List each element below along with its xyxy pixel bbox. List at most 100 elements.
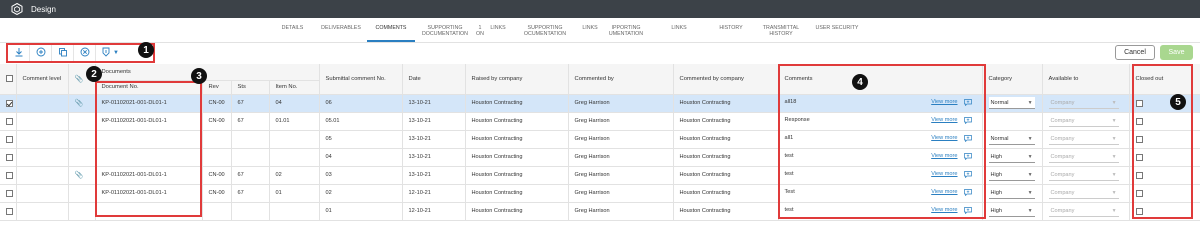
date-cell: 13-10-21 <box>402 112 466 131</box>
date-cell: 13-10-21 <box>402 94 466 113</box>
available-to-cell[interactable]: Company ▼ <box>1042 94 1130 113</box>
item-no-cell: 02 <box>269 166 320 185</box>
sts-cell: 67 <box>231 166 270 185</box>
row-select-cell[interactable] <box>0 166 17 185</box>
category-select[interactable]: Normal ▼ <box>988 133 1035 145</box>
paperclip-icon[interactable]: 📎 <box>75 172 84 179</box>
col-rev[interactable]: Rev <box>202 80 232 95</box>
select-all-cell[interactable] <box>0 64 17 95</box>
import-dropdown-button[interactable]: ▼ <box>96 45 124 61</box>
category-cell[interactable]: High ▼ <box>982 166 1043 185</box>
tab-links-2[interactable]: LINKS <box>579 22 601 42</box>
col-submittal-comment-no[interactable]: Submittal comment No. <box>319 64 403 95</box>
add-button[interactable] <box>30 45 52 61</box>
sts-cell: 67 <box>231 94 270 113</box>
tab-comments[interactable]: COMMENTS <box>367 22 415 42</box>
available-to-select[interactable]: Company ▼ <box>1048 205 1119 217</box>
attachment-cell <box>68 202 96 221</box>
tab-links-3[interactable]: LINKS <box>651 22 707 42</box>
row-select-cell[interactable] <box>0 202 17 221</box>
row-checkbox[interactable] <box>6 117 13 125</box>
available-to-select[interactable]: Company ▼ <box>1048 133 1119 145</box>
row-checkbox[interactable] <box>6 153 13 161</box>
category-select[interactable]: High ▼ <box>988 169 1035 181</box>
category-cell[interactable]: High ▼ <box>982 184 1043 203</box>
comment-level-cell <box>16 130 69 149</box>
category-value: High <box>990 171 1003 178</box>
tab-supporting-documentation-2[interactable]: SUPPORTING OCUMENTATION <box>511 22 579 42</box>
available-to-select[interactable]: Company ▼ <box>1048 151 1119 163</box>
col-available-to[interactable]: Available to <box>1042 64 1130 95</box>
tab-truncated-1[interactable]: 1 ON <box>475 22 485 42</box>
paperclip-icon[interactable]: 📎 <box>75 100 84 107</box>
submittal-comment-no-cell: 03 <box>319 166 403 185</box>
col-item-no[interactable]: Item No. <box>269 80 320 95</box>
date-cell: 13-10-21 <box>402 148 466 167</box>
tab-divider <box>0 42 1200 43</box>
row-checkbox[interactable] <box>6 207 13 215</box>
col-commented-by[interactable]: Commented by <box>568 64 674 95</box>
available-to-cell[interactable]: Company ▼ <box>1042 148 1130 167</box>
col-category[interactable]: Category <box>982 64 1043 95</box>
row-checkbox[interactable] <box>6 189 13 197</box>
category-select[interactable]: High ▼ <box>988 187 1035 199</box>
tab-deliverables[interactable]: DELIVERABLES <box>315 22 367 42</box>
available-to-value: Company <box>1050 135 1075 142</box>
tab-links-1[interactable]: LINKS <box>485 22 511 42</box>
cancel-comment-button[interactable] <box>74 45 96 61</box>
category-cell[interactable]: Normal ▼ <box>982 94 1043 113</box>
tab-details[interactable]: DETAILS <box>270 22 315 42</box>
submittal-comment-no-cell: 01 <box>319 202 403 221</box>
add-icon <box>36 47 46 60</box>
category-select[interactable]: High ▼ <box>988 151 1035 163</box>
available-to-cell[interactable]: Company ▼ <box>1042 202 1130 221</box>
col-sts[interactable]: Sts <box>231 80 270 95</box>
save-button[interactable]: Save <box>1160 45 1193 60</box>
download-button[interactable] <box>8 45 30 61</box>
row-select-cell[interactable] <box>0 112 17 131</box>
available-to-cell[interactable]: Company ▼ <box>1042 166 1130 185</box>
available-to-cell[interactable]: Company ▼ <box>1042 112 1130 131</box>
row-checkbox[interactable] <box>6 135 13 143</box>
row-select-cell[interactable] <box>0 130 17 149</box>
category-cell[interactable]: High ▼ <box>982 148 1043 167</box>
category-cell[interactable]: Normal ▼ <box>982 130 1043 149</box>
tab-history[interactable]: HISTORY <box>707 22 755 42</box>
col-commented-by-company[interactable]: Commented by company <box>673 64 779 95</box>
attachment-cell <box>68 148 96 167</box>
item-no-cell: 01 <box>269 184 320 203</box>
available-to-select[interactable]: Company ▼ <box>1048 97 1119 109</box>
category-select[interactable]: Normal ▼ <box>988 97 1035 109</box>
available-to-cell[interactable]: Company ▼ <box>1042 184 1130 203</box>
row-select-cell[interactable] <box>0 184 17 203</box>
available-to-value: Company <box>1050 207 1075 214</box>
available-to-select[interactable]: Company ▼ <box>1048 115 1119 127</box>
tab-supporting-documentation[interactable]: SUPPORTING DOCUMENTATION <box>415 22 475 42</box>
category-select[interactable]: High ▼ <box>988 205 1035 217</box>
row-checkbox[interactable] <box>6 171 13 179</box>
row-select-cell[interactable] <box>0 94 17 113</box>
raised-by-company-cell: Houston Contracting <box>465 202 569 221</box>
col-comment-level[interactable]: Comment level <box>16 64 69 95</box>
copy-button[interactable] <box>52 45 74 61</box>
submittal-comment-no-cell: 05 <box>319 130 403 149</box>
tab-transmittal-history[interactable]: TRANSMITTAL HISTORY <box>755 22 807 42</box>
raised-by-company-cell: Houston Contracting <box>465 148 569 167</box>
cancel-button[interactable]: Cancel <box>1115 45 1155 60</box>
annotation-marker-4: 4 <box>852 74 868 90</box>
available-to-select[interactable]: Company ▼ <box>1048 187 1119 199</box>
select-all-checkbox[interactable] <box>6 75 13 83</box>
available-to-select[interactable]: Company ▼ <box>1048 169 1119 181</box>
raised-by-company-cell: Houston Contracting <box>465 166 569 185</box>
col-raised-by-company[interactable]: Raised by company <box>465 64 569 95</box>
attachment-cell[interactable]: 📎 <box>68 166 96 185</box>
col-date[interactable]: Date <box>402 64 466 95</box>
row-select-cell[interactable] <box>0 148 17 167</box>
attachment-cell[interactable]: 📎 <box>68 94 96 113</box>
category-cell[interactable]: High ▼ <box>982 202 1043 221</box>
chevron-down-icon: ▼ <box>1111 171 1117 178</box>
row-checkbox[interactable] <box>6 99 13 107</box>
tab-user-security[interactable]: USER SECURITY <box>807 22 867 42</box>
available-to-cell[interactable]: Company ▼ <box>1042 130 1130 149</box>
tab-supporting-documentation-3[interactable]: IPPORTING UMENTATION <box>601 22 651 42</box>
